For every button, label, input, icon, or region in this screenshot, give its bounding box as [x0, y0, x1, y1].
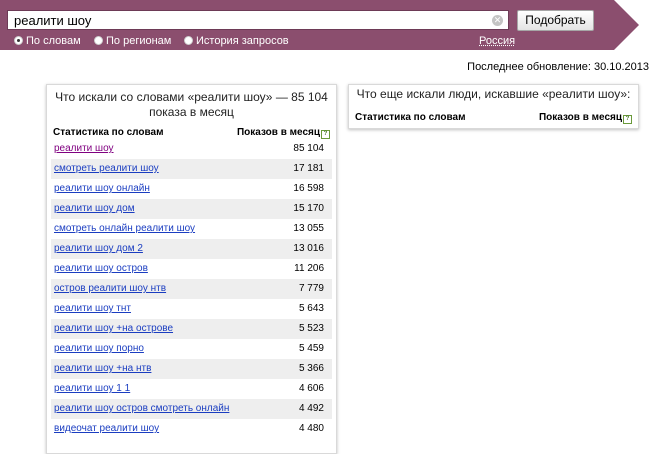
table-row: реалити шоу остров 11 206: [51, 259, 332, 279]
keyword-count: 13 016: [293, 243, 324, 254]
panel-title-line1: Что искали со словами «реалити шоу» — 85…: [55, 90, 328, 104]
keyword-link[interactable]: реалити шоу остров смотреть онлайн: [54, 403, 229, 415]
keyword-count: 16 598: [293, 183, 324, 194]
column-shows-header: Показов в месяц?: [539, 112, 632, 124]
table-row: смотреть реалити шоу 17 181: [51, 159, 332, 179]
table-row: реалити шоу порно 5 459: [51, 339, 332, 359]
keyword-link[interactable]: реалити шоу 1 1: [54, 383, 130, 395]
table-row: реалити шоу 85 104: [51, 139, 332, 159]
keywords-panel: Что искали со словами «реалити шоу» — 85…: [46, 84, 337, 454]
keyword-count: 85 104: [293, 143, 324, 154]
keyword-link[interactable]: реалити шоу дом 2: [54, 243, 143, 255]
related-panel: Что еще искали люди, искавшие «реалити ш…: [348, 84, 639, 129]
keyword-link[interactable]: смотреть онлайн реалити шоу: [54, 223, 195, 235]
keyword-link[interactable]: реалити шоу +на острове: [54, 323, 173, 335]
keyword-count: 4 492: [298, 403, 324, 414]
table-row: остров реалити шоу нтв 7 779: [51, 279, 332, 299]
table-row: реалити шоу онлайн 16 598: [51, 179, 332, 199]
table-row: реалити шоу дом 15 170: [51, 199, 332, 219]
radio-icon[interactable]: [184, 36, 193, 45]
keyword-link[interactable]: реалити шоу тнт: [54, 303, 131, 315]
related-panel-title: Что еще искали люди, искавшие «реалити ш…: [356, 87, 631, 101]
panel-title-line2: показа в месяц: [149, 105, 234, 119]
table-row: видеочат реалити шоу 4 480: [51, 419, 332, 439]
search-input[interactable]: реалити шоу ✕: [7, 10, 509, 30]
table-row: реалити шоу тнт 5 643: [51, 299, 332, 319]
keyword-count: 4 480: [298, 423, 324, 434]
column-words-header: Статистика по словам: [355, 112, 466, 123]
keyword-count: 11 206: [294, 263, 324, 274]
keyword-link[interactable]: реалити шоу: [54, 143, 114, 155]
keyword-count: 5 643: [298, 303, 324, 314]
keyword-count: 7 779: [298, 283, 324, 294]
table-row: реалити шоу дом 2 13 016: [51, 239, 332, 259]
keyword-count: 5 459: [298, 343, 324, 354]
banner-arrow: [614, 0, 639, 50]
mode-history[interactable]: История запросов: [184, 35, 289, 48]
radio-icon[interactable]: [14, 36, 23, 45]
keyword-count: 17 181: [293, 163, 324, 174]
mode-label: По словам: [26, 35, 81, 47]
column-shows-header: Показов в месяц?: [237, 127, 330, 139]
keyword-count: 4 606: [298, 383, 324, 394]
column-words-header: Статистика по словам: [53, 127, 164, 138]
keyword-link[interactable]: реалити шоу порно: [54, 343, 144, 355]
column-shows-label: Показов в месяц: [236, 127, 320, 138]
region-link[interactable]: Россия: [479, 35, 515, 48]
table-row: реалити шоу +на нтв 5 366: [51, 359, 332, 379]
keyword-link[interactable]: реалити шоу дом: [54, 203, 135, 215]
mode-label: История запросов: [196, 35, 289, 47]
mode-by-words[interactable]: По словам: [14, 35, 81, 48]
keyword-link[interactable]: реалити шоу остров: [54, 263, 148, 275]
table-row: смотреть онлайн реалити шоу 13 055: [51, 219, 332, 239]
keyword-link[interactable]: видеочат реалити шоу: [54, 423, 159, 435]
keyword-link[interactable]: смотреть реалити шоу: [54, 163, 159, 175]
keyword-count: 13 055: [293, 223, 324, 234]
clear-icon[interactable]: ✕: [492, 15, 503, 26]
keyword-count: 5 366: [298, 363, 324, 374]
table-row: реалити шоу +на острове 5 523: [51, 319, 332, 339]
keyword-count: 15 170: [293, 203, 324, 214]
table-row: реалити шоу 1 1 4 606: [51, 379, 332, 399]
submit-button[interactable]: Подобрать: [517, 10, 594, 31]
last-updated: Последнее обновление: 30.10.2013: [467, 61, 649, 73]
keyword-link[interactable]: реалити шоу онлайн: [54, 183, 150, 195]
radio-icon[interactable]: [94, 36, 103, 45]
search-query-text: реалити шоу: [14, 13, 92, 28]
column-shows-label: Показов в месяц: [538, 112, 622, 123]
keyword-link[interactable]: остров реалити шоу нтв: [54, 283, 166, 295]
mode-by-regions[interactable]: По регионам: [94, 35, 171, 48]
table-row: реалити шоу остров смотреть онлайн 4 492: [51, 399, 332, 419]
help-icon[interactable]: ?: [321, 130, 330, 139]
help-icon[interactable]: ?: [623, 115, 632, 124]
mode-label: По регионам: [106, 35, 172, 47]
keyword-count: 5 523: [298, 323, 324, 334]
keyword-link[interactable]: реалити шоу +на нтв: [54, 363, 151, 375]
